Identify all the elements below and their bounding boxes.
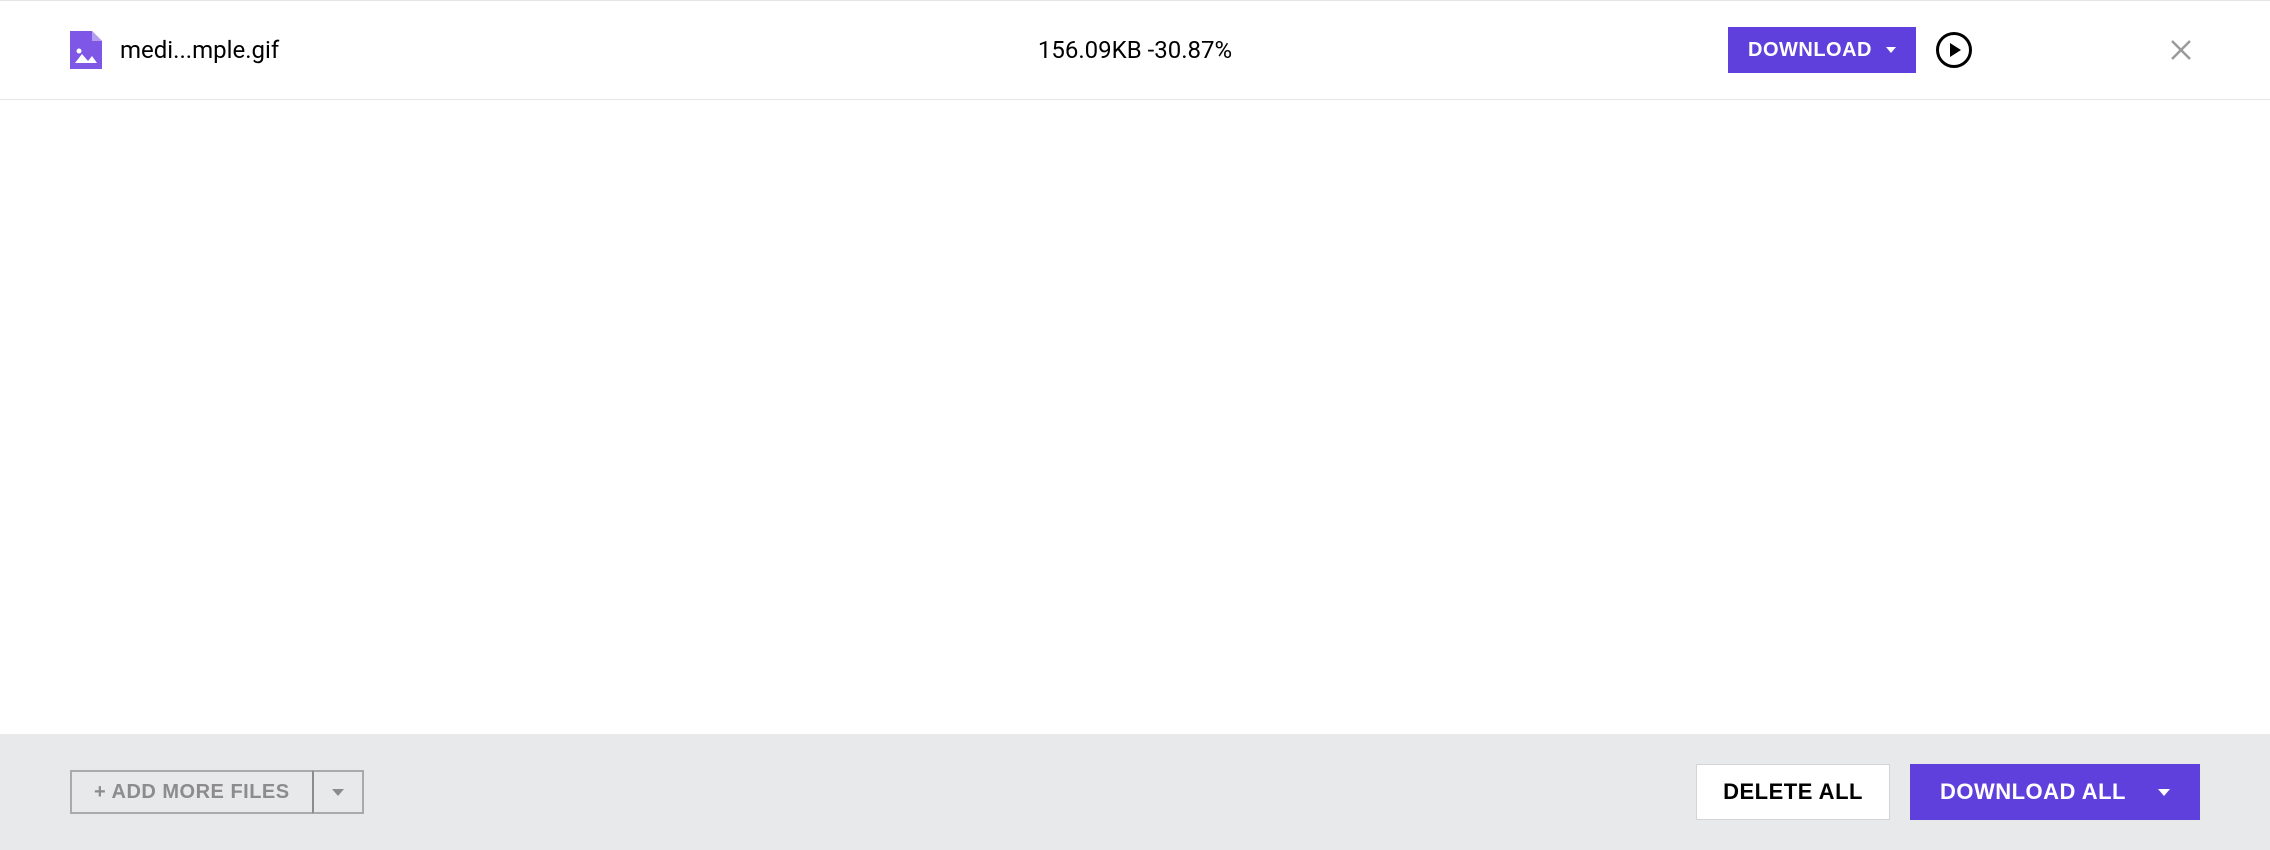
caret-down-icon bbox=[2158, 789, 2170, 796]
delete-all-button[interactable]: DELETE ALL bbox=[1696, 764, 1890, 820]
play-icon bbox=[1950, 43, 1961, 57]
file-size: 156.09KB bbox=[1038, 36, 1142, 64]
download-all-button[interactable]: DOWNLOAD ALL bbox=[1910, 764, 2200, 820]
close-icon bbox=[2170, 39, 2192, 61]
image-file-icon bbox=[70, 31, 102, 69]
file-reduction: -30.87% bbox=[1148, 36, 1233, 64]
footer-bar: + ADD MORE FILES DELETE ALL DOWNLOAD ALL bbox=[0, 734, 2270, 850]
download-button-label: DOWNLOAD bbox=[1748, 39, 1872, 62]
download-all-label: DOWNLOAD ALL bbox=[1940, 779, 2126, 805]
file-stats: 156.09KB -30.87% bbox=[1038, 36, 1232, 64]
footer-right: DELETE ALL DOWNLOAD ALL bbox=[1696, 764, 2200, 820]
caret-down-icon bbox=[1886, 47, 1896, 53]
caret-down-icon bbox=[332, 789, 344, 796]
add-more-files-button[interactable]: + ADD MORE FILES bbox=[70, 770, 314, 814]
file-name: medi...mple.gif bbox=[120, 36, 279, 64]
add-more-dropdown-button[interactable] bbox=[312, 770, 364, 814]
file-row: medi...mple.gif 156.09KB -30.87% DOWNLOA… bbox=[0, 0, 2270, 100]
play-button[interactable] bbox=[1936, 32, 1972, 68]
row-actions: DOWNLOAD bbox=[1728, 27, 2200, 73]
download-button[interactable]: DOWNLOAD bbox=[1728, 27, 1916, 73]
remove-file-button[interactable] bbox=[2162, 31, 2200, 69]
add-more-group: + ADD MORE FILES bbox=[70, 770, 364, 814]
